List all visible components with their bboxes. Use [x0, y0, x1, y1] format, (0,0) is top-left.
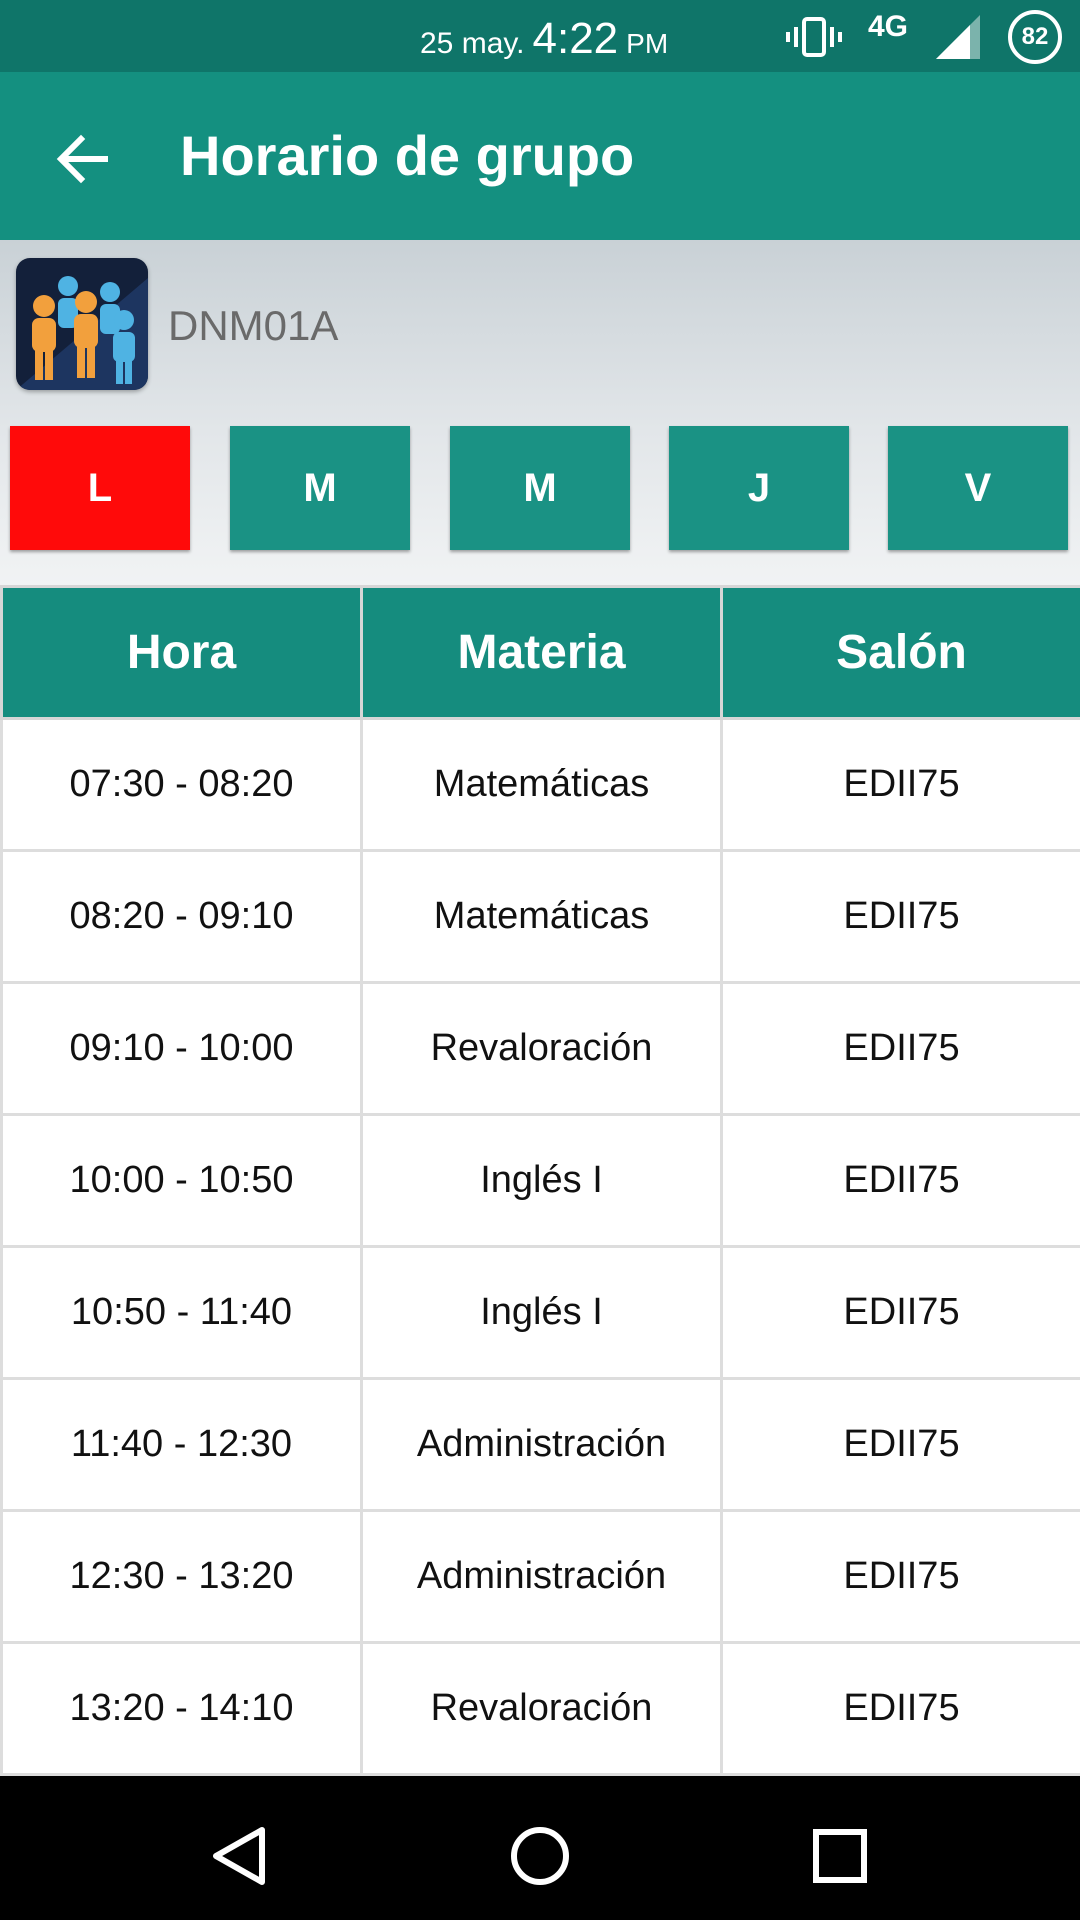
cell-hora: 10:50 - 11:40: [0, 1245, 363, 1380]
group-name: DNM01A: [168, 302, 339, 349]
back-button[interactable]: [40, 116, 126, 202]
status-date: 25 may.: [420, 27, 525, 60]
day-tab-martes[interactable]: M: [230, 426, 410, 550]
home-circle-icon: [511, 1827, 569, 1885]
cell-materia: Revaloración: [360, 1641, 723, 1776]
column-header-hora: Hora: [0, 585, 363, 720]
nav-back-button[interactable]: [200, 1816, 280, 1896]
schedule-table: Hora Materia Salón 07:30 - 08:20 Matemát…: [0, 585, 1080, 1776]
table-row: 10:50 - 11:40 Inglés I EDII75: [0, 1245, 1080, 1380]
cell-materia: Administración: [360, 1377, 723, 1512]
table-row: 10:00 - 10:50 Inglés I EDII75: [0, 1113, 1080, 1248]
cell-materia: Inglés I: [360, 1245, 723, 1380]
day-tab-viernes[interactable]: V: [888, 426, 1068, 550]
status-bar: 25 may. 4:22 PM 4G 82: [0, 0, 1080, 72]
day-tabs: L M M J V: [10, 426, 1070, 550]
back-triangle-icon: [213, 1827, 265, 1885]
group-people-icon: [16, 258, 148, 390]
recents-square-icon: [813, 1829, 867, 1883]
cell-hora: 09:10 - 10:00: [0, 981, 363, 1116]
page-title: Horario de grupo: [180, 124, 635, 187]
cell-materia: Inglés I: [360, 1113, 723, 1248]
table-row: 13:20 - 14:10 Revaloración EDII75: [0, 1641, 1080, 1776]
group-header: DNM01A L M M J V: [0, 240, 1080, 585]
cell-salon: EDII75: [720, 849, 1080, 984]
cell-materia: Matemáticas: [360, 849, 723, 984]
table-row: 07:30 - 08:20 Matemáticas EDII75: [0, 717, 1080, 852]
status-clock: 25 may. 4:22 PM: [420, 14, 668, 64]
status-icons: 4G 82: [785, 8, 1062, 66]
table-row: 09:10 - 10:00 Revaloración EDII75: [0, 981, 1080, 1116]
table-row: 11:40 - 12:30 Administración EDII75: [0, 1377, 1080, 1512]
nav-recents-button[interactable]: [800, 1816, 880, 1896]
table-row: 08:20 - 09:10 Matemáticas EDII75: [0, 849, 1080, 984]
cell-salon: EDII75: [720, 1641, 1080, 1776]
cell-hora: 08:20 - 09:10: [0, 849, 363, 984]
cell-salon: EDII75: [720, 1377, 1080, 1512]
status-time: 4:22: [532, 14, 619, 63]
cell-salon: EDII75: [720, 1245, 1080, 1380]
battery-level: 82: [1021, 23, 1049, 50]
day-tab-miercoles[interactable]: M: [450, 426, 630, 550]
navigation-bar: [0, 1776, 1080, 1920]
cell-materia: Revaloración: [360, 981, 723, 1116]
table-header-row: Hora Materia Salón: [0, 585, 1080, 720]
cell-hora: 13:20 - 14:10: [0, 1641, 363, 1776]
battery-icon: 82: [1008, 10, 1062, 64]
cell-salon: EDII75: [720, 717, 1080, 852]
vibrate-icon: [785, 17, 842, 57]
signal-icon: [936, 15, 980, 59]
cell-hora: 10:00 - 10:50: [0, 1113, 363, 1248]
cell-materia: Administración: [360, 1509, 723, 1644]
nav-home-button[interactable]: [500, 1816, 580, 1896]
column-header-salon: Salón: [720, 585, 1080, 720]
cell-salon: EDII75: [720, 1509, 1080, 1644]
arrow-back-icon: [56, 134, 108, 184]
day-tab-jueves[interactable]: J: [669, 426, 849, 550]
day-tab-lunes[interactable]: L: [10, 426, 190, 550]
cell-hora: 07:30 - 08:20: [0, 717, 363, 852]
table-row: 12:30 - 13:20 Administración EDII75: [0, 1509, 1080, 1644]
status-ampm: PM: [626, 28, 669, 59]
cell-materia: Matemáticas: [360, 717, 723, 852]
cell-hora: 12:30 - 13:20: [0, 1509, 363, 1644]
network-type-label: 4G: [867, 10, 908, 43]
column-header-materia: Materia: [360, 585, 723, 720]
cell-hora: 11:40 - 12:30: [0, 1377, 363, 1512]
cell-salon: EDII75: [720, 981, 1080, 1116]
cell-salon: EDII75: [720, 1113, 1080, 1248]
app-bar: Horario de grupo: [0, 72, 1080, 240]
